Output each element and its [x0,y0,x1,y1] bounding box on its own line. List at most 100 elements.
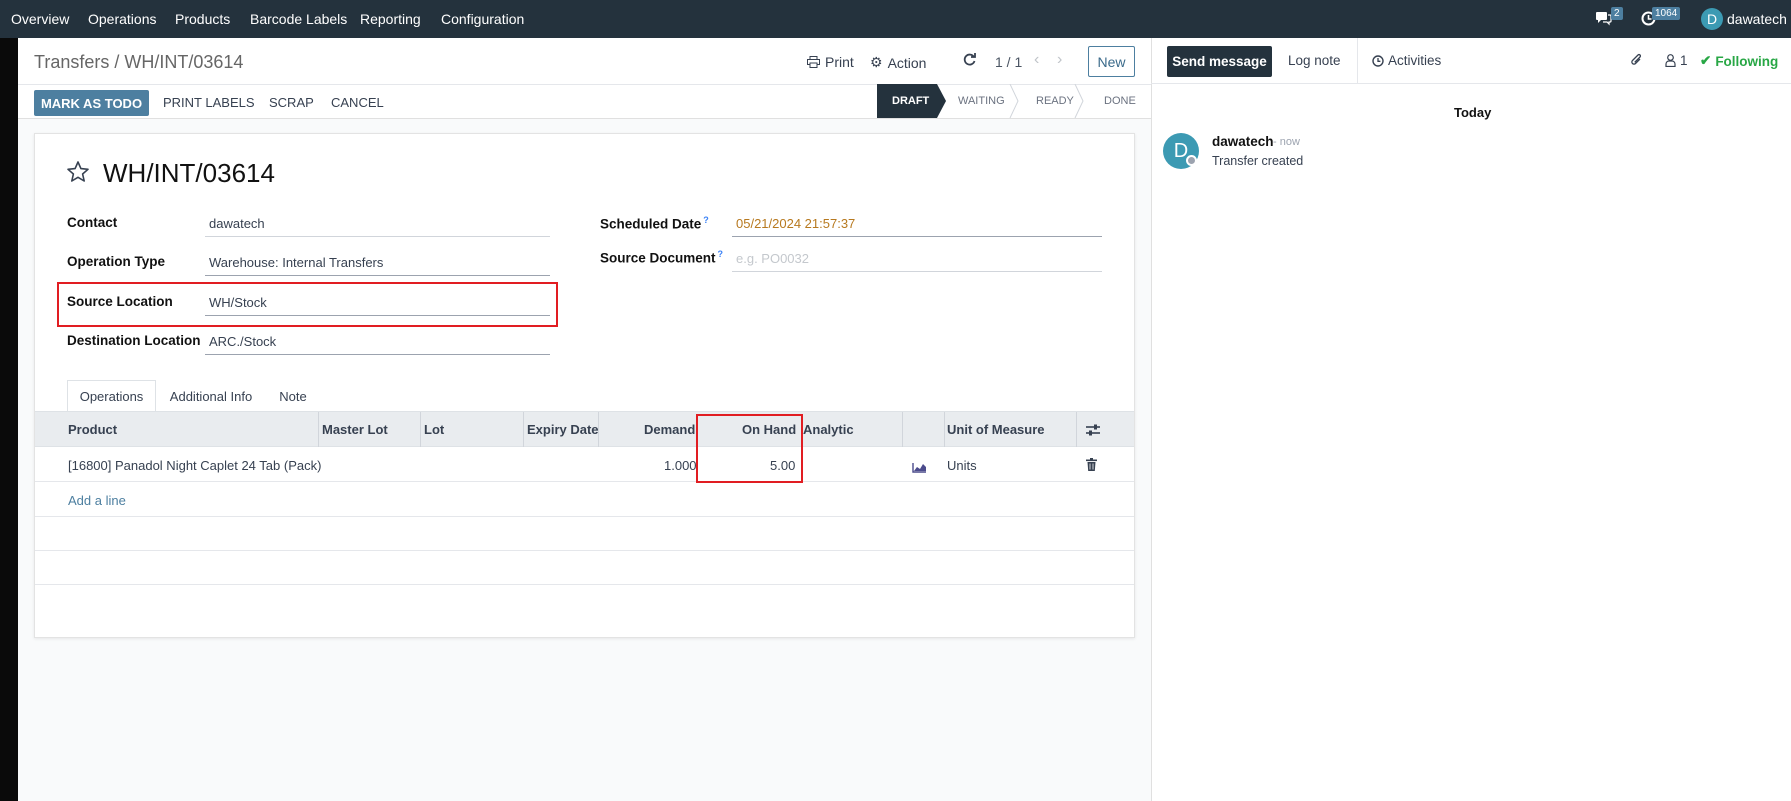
user-icon [1665,54,1676,67]
chatter-panel [1151,38,1791,801]
print-labels-button[interactable]: PRINT LABELS [163,95,255,110]
send-message-button[interactable]: Send message [1167,46,1272,77]
status-draft[interactable]: DRAFT [892,95,929,107]
row-demand[interactable]: 1.000 [664,458,697,473]
empty-row [35,551,1134,585]
user-avatar[interactable]: D [1701,8,1723,30]
date-separator: Today [1454,105,1492,120]
source-location-field[interactable]: WH/Stock [205,290,550,316]
mark-as-todo-button[interactable]: MARK AS TODO [34,90,149,116]
action-button[interactable]: ⚙ Action [870,54,926,71]
gear-icon: ⚙ [870,54,883,70]
activities-button[interactable]: Activities [1372,53,1441,68]
destination-location-field[interactable]: ARC./Stock [205,329,550,355]
status-waiting[interactable]: WAITING [958,95,1005,107]
scheduled-date-field[interactable]: 05/21/2024 21:57:37 [732,211,1102,237]
log-note-button[interactable]: Log note [1288,53,1341,68]
help-icon[interactable]: ? [718,249,724,259]
print-button[interactable]: Print [807,54,854,70]
left-edge [0,38,18,801]
operation-type-field[interactable]: Warehouse: Internal Transfers [205,250,550,276]
column-divider [902,412,903,447]
tab-additional-info[interactable]: Additional Info [160,380,262,412]
column-divider [318,412,319,447]
forecast-chart-icon[interactable] [912,460,927,476]
trash-icon[interactable] [1086,458,1097,474]
print-label: Print [825,54,854,70]
table-row[interactable]: [16800] Panadol Night Caplet 24 Tab (Pac… [35,448,1134,482]
followers-count: 1 [1680,53,1688,68]
row-product[interactable]: [16800] Panadol Night Caplet 24 Tab (Pac… [68,458,321,473]
messages-icon[interactable] [1595,11,1612,29]
tab-note[interactable]: Note [270,380,316,412]
top-navbar: Overview Operations Products Barcode Lab… [0,0,1791,38]
activities-badge: 1064 [1652,7,1681,20]
followers-button[interactable]: 1 [1665,53,1688,68]
table-header: Product Master Lot Lot Expiry Date Deman… [35,412,1134,447]
destination-location-label: Destination Location [67,333,201,348]
chatter-header-divider [1151,83,1791,84]
add-line-row: Add a line [35,483,1134,517]
col-demand[interactable]: Demand [644,422,695,437]
message-body: Transfer created [1212,154,1304,168]
status-dot-icon [1186,155,1197,166]
add-line-link[interactable]: Add a line [68,493,126,508]
chatter-divider [1357,38,1358,83]
scheduled-date-label: Scheduled Date? [600,215,709,232]
chevron-right-icon[interactable]: › [1057,51,1062,69]
tab-operations[interactable]: Operations [67,380,156,412]
col-expiry-date[interactable]: Expiry Date [527,422,599,437]
contact-field[interactable]: dawatech [205,211,550,237]
empty-row [35,517,1134,551]
scrap-button[interactable]: SCRAP [269,95,314,110]
messages-badge: 2 [1611,7,1623,20]
column-divider [944,412,945,447]
help-icon[interactable]: ? [703,215,709,225]
contact-label: Contact [67,215,118,230]
status-bar: DRAFT WAITING READY DONE [877,84,1136,118]
col-on-hand[interactable]: On Hand [742,422,796,437]
nav-operations[interactable]: Operations [88,11,156,27]
action-label: Action [887,54,927,71]
source-document-field[interactable]: e.g. PO0032 [732,246,1102,272]
source-document-label: Source Document? [600,249,724,266]
user-name[interactable]: dawatech [1727,11,1787,27]
status-done[interactable]: DONE [1104,95,1136,107]
new-button[interactable]: New [1088,46,1135,77]
nav-overview[interactable]: Overview [11,11,69,27]
status-ready[interactable]: READY [1036,95,1074,107]
clock-icon [1372,54,1384,67]
col-product[interactable]: Product [68,422,117,437]
following-label: Following [1715,53,1779,69]
column-divider [598,412,599,447]
source-location-label: Source Location [67,294,173,309]
column-divider [420,412,421,447]
nav-barcode-labels[interactable]: Barcode Labels [250,11,347,27]
star-icon[interactable] [66,160,90,187]
row-uom[interactable]: Units [947,458,977,473]
paperclip-icon[interactable] [1630,53,1643,67]
chevron-left-icon[interactable]: ‹ [1034,51,1039,69]
check-icon: ✔ [1700,53,1712,68]
nav-reporting[interactable]: Reporting [360,11,421,27]
col-lot[interactable]: Lot [424,422,444,437]
print-icon [807,56,820,68]
breadcrumb[interactable]: Transfers / WH/INT/03614 [34,52,243,73]
message-time: - now [1273,136,1300,148]
column-divider [523,412,524,447]
col-analytic[interactable]: Analytic [803,422,854,437]
row-on-hand: 5.00 [770,458,796,473]
following-button[interactable]: ✔ Following [1700,53,1778,69]
column-divider [1076,412,1077,447]
cancel-button[interactable]: CANCEL [331,95,384,110]
message-author[interactable]: dawatech [1212,134,1274,149]
activities-label: Activities [1388,53,1442,68]
refresh-icon[interactable] [963,53,976,66]
nav-products[interactable]: Products [175,11,230,27]
col-unit-of-measure[interactable]: Unit of Measure [947,422,1045,437]
col-master-lot[interactable]: Master Lot [322,422,388,437]
optional-columns-icon[interactable] [1086,423,1100,439]
operation-type-label: Operation Type [67,254,166,269]
pager-value[interactable]: 1 / 1 [995,54,1022,70]
nav-configuration[interactable]: Configuration [441,11,524,27]
